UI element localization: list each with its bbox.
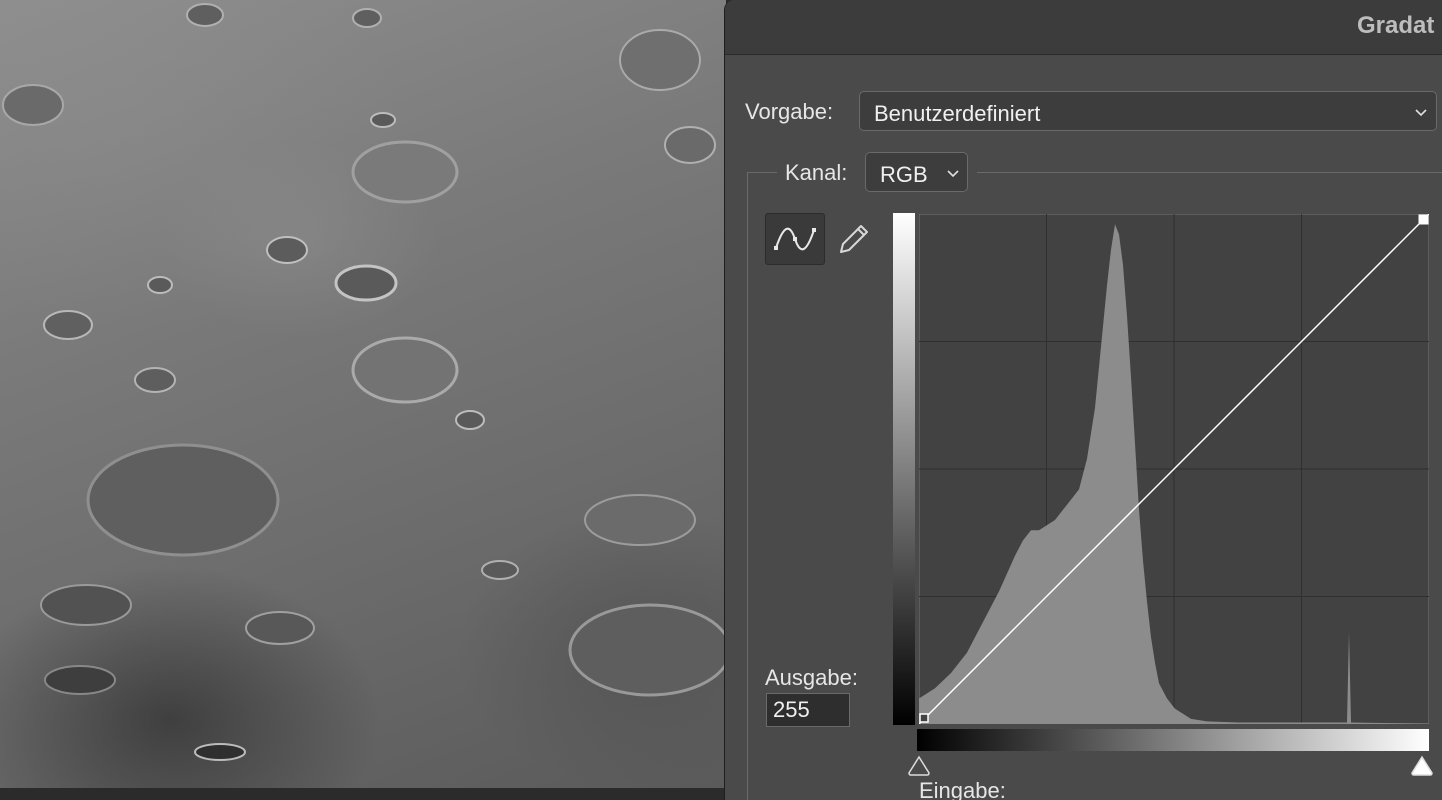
input-label: Eingabe: (919, 778, 1006, 800)
group-border (747, 172, 748, 800)
craters (2, 3, 726, 761)
pencil-icon (840, 225, 868, 253)
output-gradient-bar (893, 213, 915, 725)
channel-label: Kanal: (785, 160, 848, 185)
black-point-slider[interactable] (907, 755, 931, 777)
chevron-down-icon (1414, 101, 1428, 128)
crater-field (2, 3, 726, 761)
chevron-down-icon (946, 162, 960, 189)
curve-point-black[interactable] (919, 713, 929, 723)
preset-value: Benutzerdefiniert (874, 101, 1041, 126)
curve-point-icon (774, 227, 816, 251)
preset-label: Vorgabe: (745, 99, 834, 124)
dialog-title: Gradat (1357, 12, 1435, 39)
curves-dialog: Gradat Vorgabe: Benutzerdefiniert Kanal:… (724, 0, 1442, 800)
group-border (977, 172, 1442, 173)
pencil-tool[interactable] (833, 218, 873, 258)
preset-dropdown[interactable]: Benutzerdefiniert (859, 91, 1437, 131)
channel-dropdown[interactable]: RGB (865, 152, 968, 192)
output-label: Ausgabe: (765, 665, 858, 690)
input-gradient-bar (917, 729, 1429, 751)
white-point-slider[interactable] (1410, 755, 1434, 777)
channel-value: RGB (880, 162, 928, 187)
output-value-field[interactable] (766, 693, 850, 727)
moon-image (0, 0, 726, 788)
curve-point-white[interactable] (1418, 214, 1429, 225)
curves-graph[interactable] (919, 214, 1429, 724)
group-border (747, 172, 777, 173)
curve-point-tool[interactable] (765, 213, 825, 265)
dialog-titlebar: Gradat (725, 0, 1442, 55)
